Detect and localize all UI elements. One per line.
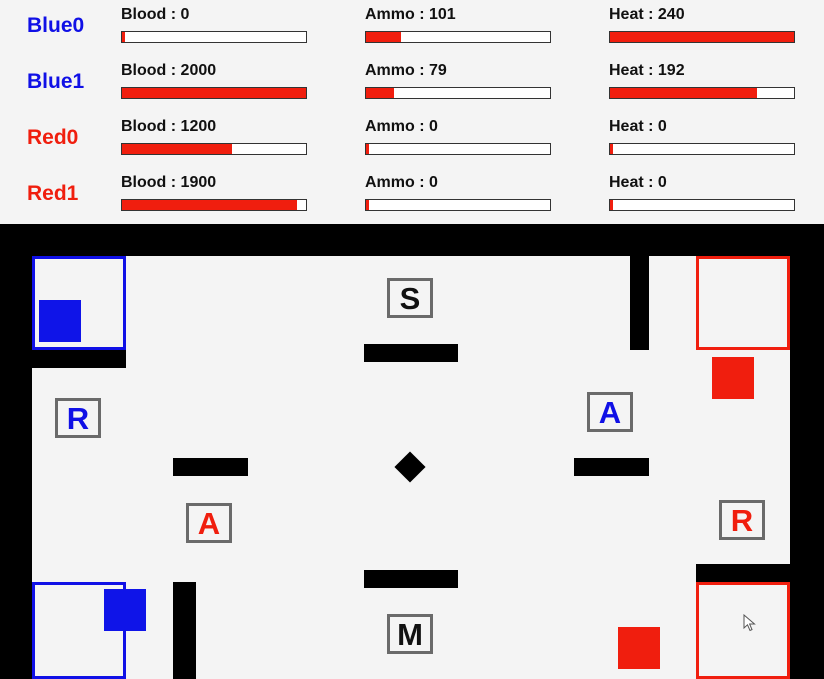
mouse-pointer-icon xyxy=(743,614,756,632)
robot-name-blue0: Blue0 xyxy=(27,14,85,37)
diamond-icon xyxy=(394,451,426,483)
wall-right-mid xyxy=(574,458,649,476)
heat-bar-fill-blue1 xyxy=(610,88,758,98)
wall-red-base-ledge xyxy=(696,564,790,582)
ammo-bar-blue0 xyxy=(365,31,551,43)
blood-bar-fill-red1 xyxy=(122,200,297,210)
ammo-bar-red1 xyxy=(365,199,551,211)
wall-blue-base-ledge xyxy=(32,350,126,368)
ammo-bar-fill-blue0 xyxy=(366,32,401,42)
blood-label-blue1: Blood : 2000 xyxy=(121,62,217,79)
status-panel: Blue0 Blood : 0 Ammo : 101 Heat : 240 Bl… xyxy=(0,0,824,224)
middle-pad: M xyxy=(387,614,433,654)
ammo-bar-fill-red0 xyxy=(366,144,369,154)
wall-top-right-pillar xyxy=(630,256,649,350)
ammo-label-blue0: Ammo : 101 xyxy=(365,6,456,23)
heat-label-red0: Heat : 0 xyxy=(609,118,667,135)
heat-label-blue1: Heat : 192 xyxy=(609,62,685,79)
red-start-zone-top xyxy=(696,256,790,350)
heat-bar-red1 xyxy=(609,199,795,211)
heat-bar-fill-blue0 xyxy=(610,32,794,42)
blood-bar-fill-red0 xyxy=(122,144,233,154)
supply-pad: S xyxy=(387,278,433,318)
robot-blue1[interactable] xyxy=(104,589,146,631)
wall-left-mid xyxy=(173,458,248,476)
blood-bar-blue0 xyxy=(121,31,307,43)
blood-label-red0: Blood : 1200 xyxy=(121,118,217,135)
blood-bar-fill-blue1 xyxy=(122,88,306,98)
robot-red0[interactable] xyxy=(712,357,754,399)
heat-bar-fill-red1 xyxy=(610,200,613,210)
robot-name-red0: Red0 xyxy=(27,126,79,149)
wall-bottom-left-pillar xyxy=(173,582,196,679)
heat-bar-fill-red0 xyxy=(610,144,613,154)
ammo-bar-red0 xyxy=(365,143,551,155)
heat-bar-red0 xyxy=(609,143,795,155)
wall-bottom-center xyxy=(364,570,458,588)
wall-top-center xyxy=(364,344,458,362)
ammo-bar-blue1 xyxy=(365,87,551,99)
robot-name-blue1: Blue1 xyxy=(27,70,85,93)
ammo-bar-fill-red1 xyxy=(366,200,369,210)
heat-bar-blue0 xyxy=(609,31,795,43)
heat-bar-blue1 xyxy=(609,87,795,99)
blue-reload-pad: R xyxy=(55,398,101,438)
red-ammo-pad: A xyxy=(186,503,232,543)
blood-bar-blue1 xyxy=(121,87,307,99)
robot-blue0[interactable] xyxy=(39,300,81,342)
blood-bar-red0 xyxy=(121,143,307,155)
blood-label-blue0: Blood : 0 xyxy=(121,6,190,23)
heat-label-red1: Heat : 0 xyxy=(609,174,667,191)
arena-field[interactable]: S M R R A A xyxy=(32,256,790,679)
ammo-label-red1: Ammo : 0 xyxy=(365,174,438,191)
robot-red1[interactable] xyxy=(618,627,660,669)
ammo-bar-fill-blue1 xyxy=(366,88,394,98)
blood-bar-fill-blue0 xyxy=(122,32,125,42)
ammo-label-red0: Ammo : 0 xyxy=(365,118,438,135)
blood-bar-red1 xyxy=(121,199,307,211)
blue-ammo-pad: A xyxy=(587,392,633,432)
heat-label-blue0: Heat : 240 xyxy=(609,6,685,23)
robot-name-red1: Red1 xyxy=(27,182,79,205)
red-reload-pad: R xyxy=(719,500,765,540)
blood-label-red1: Blood : 1900 xyxy=(121,174,217,191)
ammo-label-blue1: Ammo : 79 xyxy=(365,62,447,79)
